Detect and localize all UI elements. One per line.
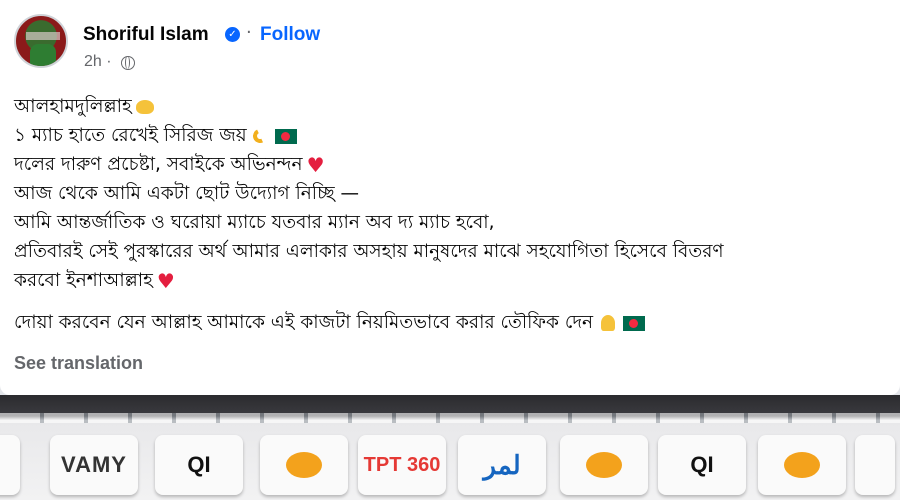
post-time[interactable]: 2h · [84, 53, 112, 71]
bangladesh-flag-icon [623, 315, 646, 331]
post-text: দলের দারুণ প্রচেষ্টা, সবাইকে অভিনন্দন [14, 154, 303, 175]
post-text-line-6: প্রতিবারই সেই পুরস্কারের অর্থ আমার এলাকা… [14, 237, 724, 268]
post-text: প্রতিবারই সেই পুরস্কারের অর্থ আমার এলাকা… [14, 241, 724, 262]
raising-hands-icon [135, 100, 154, 114]
sponsor-logo-qi-partial [855, 435, 895, 495]
verified-badge-icon: ✓ [225, 27, 240, 42]
flexed-biceps-icon [251, 127, 271, 145]
post-text: করবো ইনশাআল্লাহ [14, 270, 153, 291]
red-heart-icon: ♥ [306, 153, 325, 177]
post-card: Shoriful Islam ✓ · Follow 2h · আলহামদুলি… [0, 0, 900, 395]
sponsor-logo-purple [0, 435, 20, 495]
red-heart-icon: ♥ [156, 269, 175, 293]
post-text: আজ থেকে আমি একটা ছোট উদ্যোগ নিচ্ছি — [14, 183, 359, 204]
post-photo[interactable]: VAMY QI TPT 360 لمر QI [0, 395, 900, 500]
follow-button[interactable]: Follow [260, 24, 320, 46]
sponsor-logo-lamar: لمر [458, 435, 546, 495]
post-text-line-1: আলহামদুলিল্লাহ [14, 92, 154, 123]
photo-stripe [0, 413, 900, 423]
sponsor-logo-emblem [758, 435, 846, 495]
sponsor-logo-emblem [260, 435, 348, 495]
post-text: ১ ম্যাচ হাতে রেখেই সিরিজ জয় [14, 125, 247, 146]
bangladesh-flag-icon [274, 128, 297, 144]
sponsor-logo-tpt360: TPT 360 [358, 435, 446, 495]
author-name[interactable]: Shoriful Islam [83, 24, 209, 46]
separator-dot: · [246, 22, 252, 43]
post-text-line-3: দলের দারুণ প্রচেষ্টা, সবাইকে অভিনন্দন ♥ [14, 150, 325, 181]
see-translation-link[interactable]: See translation [14, 353, 143, 374]
avatar-banner-detail [26, 32, 60, 40]
post-text: দোয়া করবেন যেন আল্লাহ আমাকে এই কাজটা নি… [14, 312, 594, 333]
author-avatar[interactable] [14, 14, 68, 68]
sponsor-logo-qi: QI [155, 435, 243, 495]
avatar-jersey-detail [30, 44, 56, 66]
post-text: আমি আন্তর্জাতিক ও ঘরোয়া ম্যাচে যতবার ম্… [14, 212, 495, 233]
sponsor-logo-vamy: VAMY [50, 435, 138, 495]
sponsor-logo-qi: QI [658, 435, 746, 495]
globe-icon [121, 56, 135, 70]
post-text-line-4: আজ থেকে আমি একটা ছোট উদ্যোগ নিচ্ছি — [14, 179, 359, 210]
folded-hands-icon [597, 314, 619, 332]
post-text-line-7: করবো ইনশাআল্লাহ ♥ [14, 266, 175, 297]
post-text-line-5: আমি আন্তর্জাতিক ও ঘরোয়া ম্যাচে যতবার ম্… [14, 208, 495, 239]
post-text-line-8: দোয়া করবেন যেন আল্লাহ আমাকে এই কাজটা নি… [14, 308, 646, 339]
sponsor-logo-emblem [560, 435, 648, 495]
post-text: আলহামদুলিল্লাহ [14, 96, 132, 117]
post-text-line-2: ১ ম্যাচ হাতে রেখেই সিরিজ জয় [14, 121, 297, 152]
